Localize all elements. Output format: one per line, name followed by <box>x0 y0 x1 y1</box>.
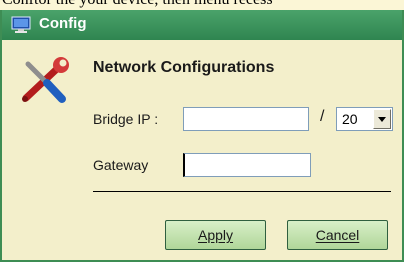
chevron-down-icon[interactable] <box>373 109 391 129</box>
divider <box>93 191 391 192</box>
config-window: Config Network Configurations Bridge IP … <box>0 10 404 262</box>
apply-button[interactable]: Apply <box>165 220 266 250</box>
subnet-mask-select[interactable]: 20 <box>336 107 393 131</box>
bridge-ip-input[interactable] <box>183 107 309 131</box>
clipped-caption: Conftor the your device, then menu reces… <box>0 0 404 10</box>
gateway-input[interactable] <box>183 153 311 177</box>
gateway-label: Gateway <box>93 157 149 173</box>
cancel-button[interactable]: Cancel <box>287 220 388 250</box>
window-title: Config <box>39 15 87 32</box>
caption-text: Conftor the your device, then menu reces… <box>2 0 273 9</box>
bridge-ip-label: Bridge IP : <box>93 111 159 127</box>
form-heading: Network Configurations <box>93 59 275 76</box>
subnet-mask-value: 20 <box>342 111 358 127</box>
title-bar[interactable]: Config <box>2 10 402 40</box>
mask-separator: / <box>320 108 325 125</box>
computer-icon <box>11 16 31 33</box>
tools-icon <box>22 57 69 103</box>
